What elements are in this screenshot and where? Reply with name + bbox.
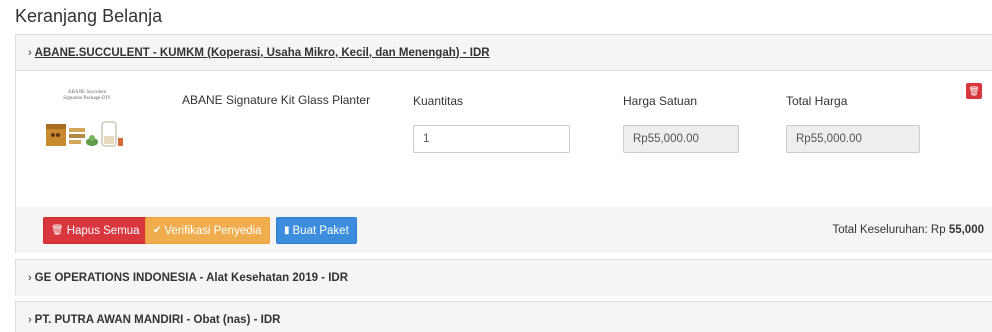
vendor-panel-footer: 🗑 Hapus Semua ✔ Verifikasi Penyedia ▮ Bu…	[16, 207, 992, 253]
product-image: ABANE Succulent Signature Package-DIY	[38, 85, 136, 169]
create-package-label: Buat Paket	[292, 224, 349, 237]
vendor-panel: › ABANE.SUCCULENT - KUMKM (Koperasi, Usa…	[15, 34, 992, 253]
grand-total-label: Total Keseluruhan: Rp	[832, 224, 946, 236]
product-image-art	[38, 102, 136, 162]
trash-icon: 🗑	[968, 85, 980, 96]
file-icon: ▮	[284, 225, 290, 236]
cart-item-row: ABANE Succulent Signature Package-DIY AB…	[16, 71, 992, 207]
delete-all-button[interactable]: 🗑 Hapus Semua	[43, 217, 148, 244]
quantity-input[interactable]: 1	[413, 125, 570, 153]
quantity-label: Kuantitas	[413, 94, 464, 108]
chevron-right-icon: ›	[28, 314, 32, 326]
product-kit-illustration	[46, 121, 123, 147]
vendor-heading-link[interactable]: ABANE.SUCCULENT - KUMKM (Koperasi, Usaha…	[35, 47, 490, 59]
vendor-panel-heading[interactable]: › GE OPERATIONS INDONESIA - Alat Kesehat…	[16, 260, 992, 296]
page-title: Keranjang Belanja	[15, 6, 163, 26]
vendor-panel-heading[interactable]: › PT. PUTRA AWAN MANDIRI - Obat (nas) - …	[16, 302, 992, 332]
grand-total-value: 55,000	[948, 224, 984, 236]
total-price-label: Total Harga	[786, 94, 848, 108]
total-price-field: Rp55,000.00	[786, 125, 920, 153]
unit-price-field: Rp55,000.00	[623, 125, 739, 153]
vendor-panel: › PT. PUTRA AWAN MANDIRI - Obat (nas) - …	[15, 301, 992, 332]
trash-icon: 🗑	[51, 225, 64, 236]
check-icon: ✔	[153, 225, 162, 236]
chevron-right-icon: ›	[28, 46, 32, 59]
delete-item-button[interactable]: 🗑	[966, 83, 982, 99]
create-package-button[interactable]: ▮ Buat Paket	[276, 217, 357, 244]
product-image-caption: ABANE Succulent Signature Package-DIY	[63, 90, 111, 101]
verify-vendor-label: Verifikasi Penyedia	[164, 224, 262, 237]
vendor-panel: › GE OPERATIONS INDONESIA - Alat Kesehat…	[15, 259, 992, 296]
vendor-heading-text: PT. PUTRA AWAN MANDIRI - Obat (nas) - ID…	[34, 314, 281, 326]
verify-vendor-button[interactable]: ✔ Verifikasi Penyedia	[145, 217, 270, 244]
vendor-panel-heading[interactable]: › ABANE.SUCCULENT - KUMKM (Koperasi, Usa…	[16, 35, 992, 71]
vendor-heading-text: GE OPERATIONS INDONESIA - Alat Kesehatan…	[34, 272, 349, 284]
unit-price-label: Harga Satuan	[623, 94, 698, 108]
delete-all-label: Hapus Semua	[66, 224, 140, 237]
product-name: ABANE Signature Kit Glass Planter	[182, 93, 371, 107]
chevron-right-icon: ›	[28, 272, 32, 284]
grand-total: Total Keseluruhan: Rp 55,000	[832, 224, 984, 236]
